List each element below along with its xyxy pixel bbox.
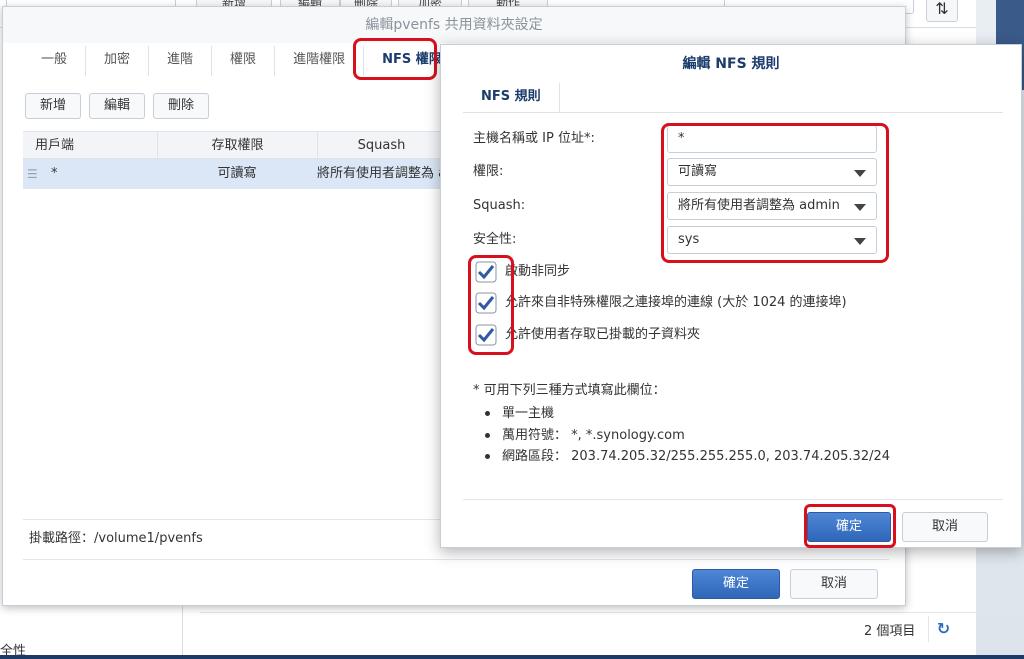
note-item: 萬用符號： *, *.synology.com [485, 424, 685, 443]
column-access[interactable]: 存取權限 [157, 132, 317, 158]
column-client[interactable]: 用戶端 [23, 132, 157, 158]
rules-toolbar: 新增 編輯 刪除 [25, 93, 210, 119]
fields-highlight [661, 123, 889, 263]
tab-nfs-rule[interactable]: NFS 規則 [463, 83, 560, 113]
cell-client-value: * [51, 166, 58, 181]
privilege-label: 權限: [473, 164, 504, 179]
nfs-tabbar: NFS 規則 [463, 83, 1003, 113]
cancel-button[interactable]: 取消 [790, 569, 878, 599]
taskbar [0, 655, 1024, 659]
tab-advanced-permissions[interactable]: 進階權限 [275, 46, 365, 76]
async-label: 啟動非同步 [505, 264, 571, 279]
note-item-text: 萬用符號： *, *.synology.com [502, 428, 685, 443]
edit-nfs-rule-dialog: 編輯 NFS 規則 NFS 規則 主機名稱或 IP 位址*: * 權限: 可讀寫… [440, 44, 1022, 548]
tab-permissions[interactable]: 權限 [212, 46, 276, 76]
add-rule-button[interactable]: 新增 [25, 93, 82, 119]
item-count: 2 個項目 [864, 624, 916, 639]
tab-advanced[interactable]: 進階 [149, 46, 213, 76]
cell-access: 可讀寫 [217, 166, 257, 181]
edit-rule-button[interactable]: 編輯 [89, 93, 146, 119]
footer-divider [23, 559, 889, 560]
sort-icon[interactable]: ⇅ [926, 0, 958, 22]
nfs-ok-button[interactable]: 確定 [807, 512, 891, 542]
background-footer-divider [200, 612, 976, 613]
refresh-icon[interactable]: ↻ [928, 616, 958, 642]
note-item: 網路區段： 203.74.205.32/255.255.255.0, 203.7… [485, 445, 890, 464]
drag-handle-icon[interactable]: ☰ [27, 159, 38, 189]
host-label: 主機名稱或 IP 位址*: [473, 131, 595, 146]
note-item-text: 網路區段： 203.74.205.32/255.255.255.0, 203.7… [502, 449, 891, 464]
ok-button[interactable]: 確定 [692, 569, 780, 599]
nonprivileged-port-label: 允許來自非特殊權限之連接埠的連線 (大於 1024 的連接埠) [505, 295, 847, 310]
security-label: 安全性: [473, 232, 517, 247]
tab-encryption[interactable]: 加密 [86, 46, 150, 76]
note-item-text: 單一主機 [502, 406, 555, 421]
nfs-dialog-title: 編輯 NFS 規則 [682, 56, 780, 72]
checkboxes-highlight [468, 255, 514, 355]
squash-label: Squash: [473, 198, 526, 213]
nfs-rules-table: 用戶端 存取權限 Squash ☰ * 可讀寫 將所有使用者調整為 admin [23, 131, 445, 189]
nfs-tab-highlight [353, 38, 437, 80]
host-format-note: * 可用下列三種方式填寫此欄位： [473, 383, 666, 398]
mount-divider [23, 519, 443, 520]
mount-path: 掛載路徑：/volume1/pvenfs [29, 531, 203, 546]
cell-client: ☰ * [23, 159, 157, 189]
column-squash[interactable]: Squash [317, 132, 445, 158]
note-item: 單一主機 [485, 402, 554, 421]
table-header: 用戶端 存取權限 Squash [23, 131, 445, 159]
delete-rule-button[interactable]: 刪除 [153, 93, 210, 119]
cell-squash: 將所有使用者調整為 admin [317, 166, 445, 181]
subfolder-label: 允許使用者存取已掛載的子資料夾 [505, 327, 701, 342]
nfs-cancel-button[interactable]: 取消 [902, 512, 988, 542]
tab-general[interactable]: 一般 [23, 46, 87, 76]
nfs-footer-divider [463, 499, 1003, 500]
table-row[interactable]: ☰ * 可讀寫 將所有使用者調整為 admin [23, 159, 445, 189]
dialog-title: 編輯pvenfs 共用資料夾設定 [3, 7, 905, 43]
